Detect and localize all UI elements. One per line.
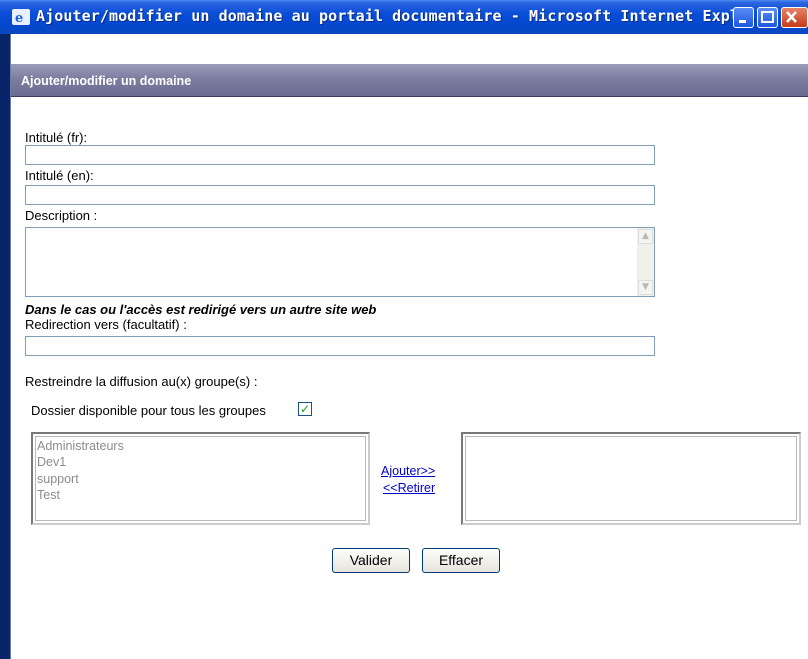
title-en-input[interactable] xyxy=(25,185,655,205)
add-group-link[interactable]: Ajouter>> xyxy=(381,464,435,478)
list-item[interactable]: Dev1 xyxy=(37,455,66,469)
label-all-groups: Dossier disponible pour tous les groupes xyxy=(31,403,266,418)
list-item[interactable]: Administrateurs xyxy=(37,439,124,453)
description-scrollbar[interactable]: ▲ ▼ xyxy=(637,228,654,296)
minimize-button[interactable] xyxy=(733,7,754,28)
scroll-down-icon[interactable]: ▼ xyxy=(638,280,653,295)
submit-button[interactable]: Valider xyxy=(332,548,410,573)
close-button[interactable] xyxy=(781,7,808,28)
minimize-icon xyxy=(739,20,746,23)
list-item[interactable]: support xyxy=(37,472,79,486)
selected-groups-list[interactable] xyxy=(461,432,801,525)
available-groups-list[interactable]: Administrateurs Dev1 support Test xyxy=(31,432,370,525)
redirect-input[interactable] xyxy=(25,336,655,356)
browser-window: e Ajouter/modifier un domaine au portail… xyxy=(0,0,808,659)
label-redirect: Redirection vers (facultatif) : xyxy=(25,317,187,332)
checkmark-icon: ✓ xyxy=(299,402,311,416)
page-title: Ajouter/modifier un domaine xyxy=(21,74,192,88)
reset-button[interactable]: Effacer xyxy=(422,548,500,573)
close-icon xyxy=(786,11,797,23)
all-groups-checkbox[interactable]: ✓ xyxy=(298,402,312,416)
svg-text:e: e xyxy=(15,11,23,25)
label-description: Description : xyxy=(25,208,98,223)
window-title: Ajouter/modifier un domaine au portail d… xyxy=(36,7,776,25)
scroll-up-icon[interactable]: ▲ xyxy=(638,229,653,244)
redirect-note: Dans le cas ou l'accès est redirigé vers… xyxy=(25,302,377,317)
maximize-button[interactable] xyxy=(757,7,778,28)
list-item[interactable]: Test xyxy=(37,488,60,502)
title-bar: e Ajouter/modifier un domaine au portail… xyxy=(0,0,808,34)
label-title-fr: Intitulé (fr): xyxy=(25,130,88,145)
label-restrict: Restreindre la diffusion au(x) groupe(s)… xyxy=(25,374,258,389)
maximize-icon xyxy=(761,11,774,23)
ie-icon: e xyxy=(12,9,30,25)
label-title-en: Intitulé (en): xyxy=(25,168,94,183)
description-textarea[interactable]: ▲ ▼ xyxy=(25,227,655,297)
dialog-content: Ajouter/modifier un domaine Intitulé (fr… xyxy=(10,34,808,659)
title-fr-input[interactable] xyxy=(25,145,655,165)
remove-group-link[interactable]: <<Retirer xyxy=(383,481,435,495)
